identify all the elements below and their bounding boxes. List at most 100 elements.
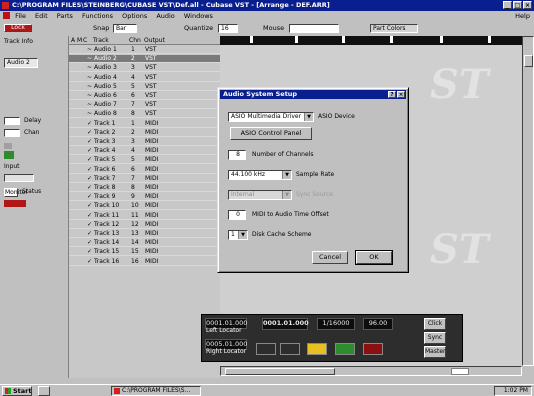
track-name[interactable]: Audio 8	[94, 110, 117, 118]
track-channel[interactable]: 3	[131, 138, 135, 146]
track-row[interactable]: ✓ Track 8 8 MIDI	[69, 184, 221, 192]
track-output[interactable]: MIDI	[145, 138, 158, 146]
taskbar-cubase-button[interactable]: C:\PROGRAM FILES\S...	[111, 386, 201, 396]
track-row[interactable]: ✓ Track 7 7 MIDI	[69, 175, 221, 183]
track-output[interactable]: MIDI	[145, 166, 158, 174]
horizontal-scrollbar[interactable]	[220, 366, 522, 376]
track-channel[interactable]: 5	[131, 83, 135, 91]
window-title-bar[interactable]: C:\PROGRAM FILES\STEINBERG\CUBASE VST\De…	[0, 0, 534, 11]
track-row[interactable]: ✓ Track 15 15 MIDI	[69, 248, 221, 257]
track-name[interactable]: Track 2	[94, 129, 115, 137]
track-name[interactable]: Track 16	[94, 258, 119, 266]
track-output[interactable]: VST	[145, 55, 157, 63]
track-channel[interactable]: 13	[131, 230, 139, 238]
record-enable-button[interactable]	[4, 200, 26, 207]
track-output[interactable]: VST	[145, 83, 157, 91]
track-name[interactable]: Audio 3	[94, 64, 117, 72]
cancel-button[interactable]: Cancel	[312, 251, 348, 264]
track-output[interactable]: MIDI	[145, 202, 158, 210]
master-button[interactable]: Master	[424, 346, 446, 358]
chevron-down-icon[interactable]: ▼	[238, 231, 247, 239]
track-row[interactable]: ~ Audio 6 6 VST	[69, 92, 221, 100]
track-output[interactable]: MIDI	[145, 120, 158, 128]
menu-audio[interactable]: Audio	[156, 12, 174, 20]
track-name[interactable]: Track 12	[94, 221, 119, 229]
track-row[interactable]: ✓ Track 3 3 MIDI	[69, 138, 221, 146]
track-output[interactable]: MIDI	[145, 230, 158, 238]
track-output[interactable]: MIDI	[145, 147, 158, 155]
track-name[interactable]: Audio 5	[94, 83, 117, 91]
menu-functions[interactable]: Functions	[82, 12, 113, 20]
track-channel[interactable]: 9	[131, 193, 135, 201]
track-output[interactable]: VST	[145, 110, 157, 118]
signature-display[interactable]: 1/16000	[317, 318, 355, 330]
track-name[interactable]: Track 11	[94, 212, 119, 220]
track-name[interactable]: Track 4	[94, 147, 115, 155]
maximize-button[interactable]: □	[513, 1, 522, 9]
tempo-display[interactable]: 96.00	[363, 318, 393, 330]
track-name[interactable]: Track 6	[94, 166, 115, 174]
zoom-slider[interactable]	[451, 368, 469, 375]
play-button[interactable]	[335, 343, 355, 355]
snap-select[interactable]: Bar	[113, 24, 137, 33]
track-output[interactable]: MIDI	[145, 184, 158, 192]
track-row[interactable]: ✓ Track 2 2 MIDI	[69, 129, 221, 137]
track-channel[interactable]: 1	[131, 120, 135, 128]
track-name[interactable]: Track 3	[94, 138, 115, 146]
track-row[interactable]: ✓ Track 6 6 MIDI	[69, 166, 221, 174]
menu-file[interactable]: File	[15, 12, 26, 20]
horizontal-scroll-thumb[interactable]	[225, 368, 335, 375]
menu-edit[interactable]: Edit	[35, 12, 48, 20]
track-channel[interactable]: 14	[131, 239, 139, 247]
track-name[interactable]: Audio 1	[94, 46, 117, 54]
quantize-select[interactable]: 16	[218, 24, 238, 33]
track-channel[interactable]: 7	[131, 175, 135, 183]
track-row[interactable]: ✓ Track 10 10 MIDI	[69, 202, 221, 211]
num-channels-field[interactable]: 8	[228, 150, 246, 160]
track-output[interactable]: VST	[145, 74, 157, 82]
track-row[interactable]: ~ Audio 7 7 VST	[69, 101, 221, 110]
track-channel[interactable]: 8	[131, 184, 135, 192]
track-output[interactable]: VST	[145, 101, 157, 109]
track-channel[interactable]: 2	[131, 129, 135, 137]
snap-lock-button[interactable]: Lock	[4, 24, 32, 32]
sync-button[interactable]: Sync	[424, 332, 446, 344]
track-output[interactable]: MIDI	[145, 221, 158, 229]
track-channel[interactable]: 7	[131, 101, 135, 109]
asio-device-select[interactable]: ASIO Multimedia Driver ▼	[228, 112, 314, 122]
track-name[interactable]: Track 8	[94, 184, 115, 192]
midi-offset-field[interactable]: 0	[228, 210, 246, 220]
track-channel[interactable]: 4	[131, 147, 135, 155]
track-row[interactable]: ✓ Track 14 14 MIDI	[69, 239, 221, 248]
rewind-button[interactable]	[256, 343, 276, 355]
record-button[interactable]	[363, 343, 383, 355]
track-channel[interactable]: 10	[131, 202, 139, 210]
track-name[interactable]: Audio 7	[94, 101, 117, 109]
vertical-scrollbar[interactable]	[522, 36, 534, 366]
sample-rate-select[interactable]: 44.100 kHz ▼	[228, 170, 292, 180]
track-output[interactable]: MIDI	[145, 193, 158, 201]
cycle-button[interactable]	[307, 343, 327, 355]
fast-forward-button[interactable]	[280, 343, 300, 355]
track-row[interactable]: ✓ Track 12 12 MIDI	[69, 221, 221, 229]
menu-options[interactable]: Options	[122, 12, 147, 20]
minimize-button[interactable]: _	[503, 1, 512, 9]
start-button[interactable]: Start	[2, 386, 32, 396]
track-row[interactable]: ✓ Track 9 9 MIDI	[69, 193, 221, 202]
track-channel[interactable]: 1	[131, 46, 135, 54]
menu-parts[interactable]: Parts	[57, 12, 73, 20]
disk-cache-select[interactable]: 1 ▼	[228, 230, 248, 240]
close-button[interactable]: ×	[523, 1, 532, 9]
quick-launch-icon[interactable]	[38, 386, 50, 396]
ok-button[interactable]: OK	[355, 250, 393, 265]
click-button[interactable]: Click	[424, 318, 446, 330]
track-name[interactable]: Track 13	[94, 230, 119, 238]
position-ruler[interactable]	[220, 36, 522, 45]
track-channel[interactable]: 16	[131, 258, 139, 266]
track-row[interactable]: ~ Audio 5 5 VST	[69, 83, 221, 91]
track-name[interactable]: Track 5	[94, 156, 115, 164]
track-channel[interactable]: 5	[131, 156, 135, 164]
menu-windows[interactable]: Windows	[184, 12, 213, 20]
chevron-down-icon[interactable]: ▼	[282, 171, 291, 179]
monitor-green-icon[interactable]	[4, 151, 14, 159]
